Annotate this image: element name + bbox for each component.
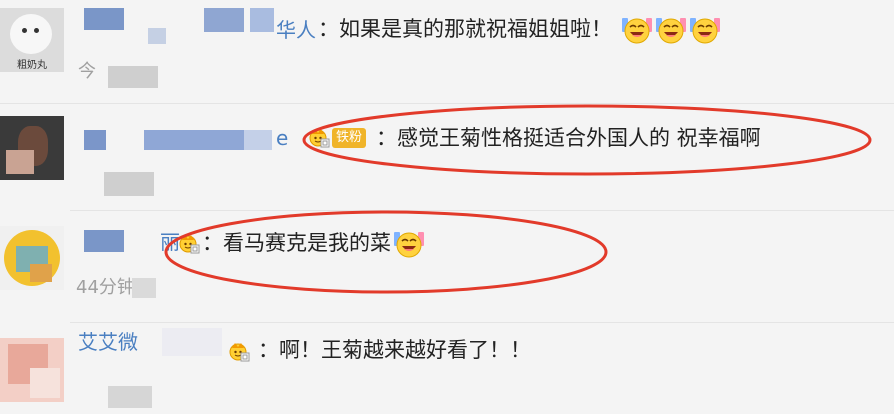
- avatar[interactable]: [0, 226, 64, 290]
- laugh-cry-emoji: [655, 14, 687, 46]
- timestamp-mosaic: [132, 278, 156, 298]
- username-tail[interactable]: 华人: [276, 16, 316, 44]
- username-mosaic[interactable]: [84, 230, 124, 252]
- comment-text: ：感觉王菊性格挺适合外国人的 祝幸福啊: [376, 126, 761, 150]
- timestamp-mosaic: [108, 386, 152, 408]
- username-mosaic: [162, 328, 222, 356]
- username-mosaic: [244, 130, 272, 150]
- username-mosaic: [204, 8, 244, 32]
- username-mosaic: [148, 28, 166, 44]
- divider: [70, 210, 894, 211]
- timestamp: 44分钟: [76, 277, 135, 298]
- avatar[interactable]: [0, 338, 64, 402]
- timestamp-mosaic: [108, 66, 158, 88]
- username-mosaic: [144, 130, 244, 150]
- avatar-caption: 粗奶丸: [17, 60, 47, 71]
- username-mosaic[interactable]: [84, 130, 106, 150]
- username-mosaic: [250, 8, 274, 32]
- comment-item: 艾艾微 ：啊！王菊越来越好看了！！: [0, 322, 894, 414]
- username-tail[interactable]: e: [276, 124, 288, 152]
- comment-text: ：看马赛克是我的菜: [202, 228, 425, 260]
- vip-crown-icon[interactable]: [178, 232, 200, 254]
- vip-crown-icon[interactable]: [228, 340, 250, 362]
- timestamp-mosaic: [104, 172, 154, 196]
- vip-crown-icon[interactable]: [308, 126, 330, 148]
- username-tail[interactable]: 艾艾微: [78, 328, 138, 356]
- laugh-cry-emoji: [393, 228, 425, 260]
- avatar[interactable]: 粗奶丸: [0, 8, 64, 72]
- laugh-cry-emoji: [689, 14, 721, 46]
- comment-text: ：如果是真的那就祝福姐姐啦！: [318, 14, 721, 46]
- comment-item: e 铁粉 ：感觉王菊性格挺适合外国人的 祝幸福啊: [0, 104, 894, 211]
- laugh-cry-emoji: [621, 14, 653, 46]
- username-tail[interactable]: 丽: [160, 228, 180, 256]
- avatar[interactable]: [0, 116, 64, 180]
- fan-badge[interactable]: 铁粉: [332, 128, 367, 148]
- timestamp: 今: [78, 61, 96, 82]
- username-mosaic[interactable]: [84, 8, 124, 30]
- comment-text: ：啊！王菊越来越好看了！！: [258, 338, 531, 362]
- comment-item: 粗奶丸 华人 ：如果是真的那就祝福姐姐啦！ 今: [0, 0, 894, 104]
- comment-item: 丽 ：看马赛克是我的菜 44分钟: [0, 212, 894, 323]
